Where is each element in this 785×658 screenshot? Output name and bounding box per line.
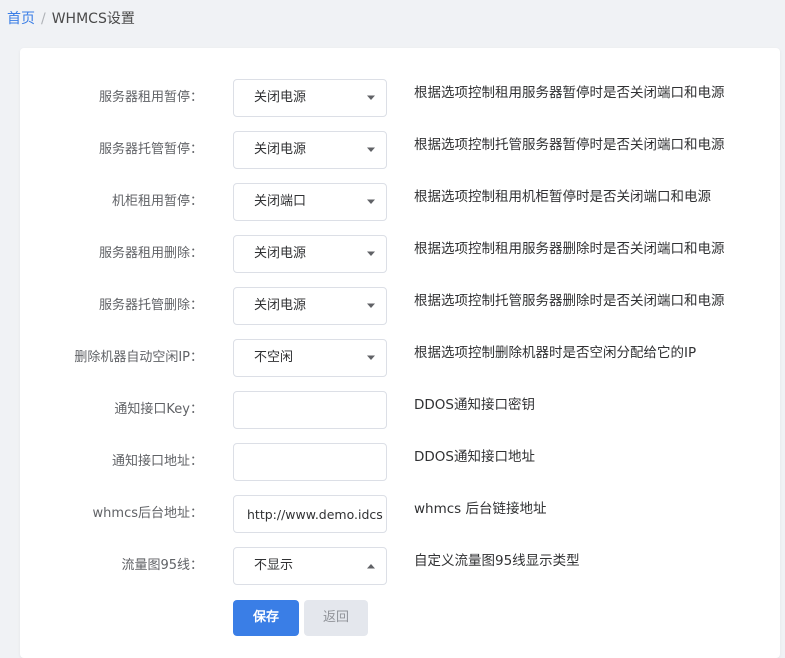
server-rent-suspend-help-text: 根据选项控制租用服务器暂停时是否关闭端口和电源 — [414, 85, 725, 101]
breadcrumb-separator: / — [41, 11, 46, 27]
server-hosting-delete-select[interactable]: 关闭电源 — [233, 287, 387, 325]
auto-free-ip-select-value: 不空闲 — [254, 350, 294, 365]
server-rent-delete-row: 服务器租用删除： 关闭电源 根据选项控制租用服务器删除时是否关闭端口和电源 — [20, 235, 780, 273]
server-rent-delete-label: 服务器租用删除： — [98, 246, 203, 261]
save-button[interactable]: 保存 — [233, 600, 299, 636]
server-hosting-suspend-help-text: 根据选项控制托管服务器暂停时是否关闭端口和电源 — [414, 137, 725, 153]
traffic-95-line-row: 流量图95线： 不显示 自定义流量图95线显示类型 — [20, 547, 780, 585]
server-hosting-delete-help-text: 根据选项控制托管服务器删除时是否关闭端口和电源 — [414, 293, 725, 309]
server-hosting-suspend-label: 服务器托管暂停： — [98, 142, 203, 157]
caret-down-icon — [367, 251, 375, 256]
whmcs-admin-url-field[interactable] — [233, 495, 387, 533]
notify-url-row: 通知接口地址： DDOS通知接口地址 — [20, 443, 780, 481]
breadcrumb-current: WHMCS设置 — [51, 11, 135, 27]
traffic-95-line-label: 流量图95线： — [121, 558, 203, 573]
caret-up-icon — [367, 564, 375, 569]
cabinet-rent-suspend-help-text: 根据选项控制租用机柜暂停时是否关闭端口和电源 — [414, 189, 711, 205]
whmcs-admin-url-label: whmcs后台地址： — [92, 506, 203, 521]
server-hosting-suspend-select-value: 关闭电源 — [254, 142, 307, 157]
notify-key-label: 通知接口Key： — [114, 402, 203, 417]
notify-key-field[interactable] — [233, 391, 387, 429]
server-rent-delete-select-value: 关闭电源 — [254, 246, 307, 261]
whmcs-admin-url-row: whmcs后台地址： whmcs 后台链接地址 — [20, 495, 780, 533]
caret-down-icon — [367, 355, 375, 360]
server-hosting-delete-label: 服务器托管删除： — [98, 298, 203, 313]
notify-key-row: 通知接口Key： DDOS通知接口密钥 — [20, 391, 780, 429]
cabinet-rent-suspend-row: 机柜租用暂停： 关闭端口 根据选项控制租用机柜暂停时是否关闭端口和电源 — [20, 183, 780, 221]
caret-down-icon — [367, 303, 375, 308]
notify-key-help-text: DDOS通知接口密钥 — [414, 397, 535, 413]
breadcrumb-home-link[interactable]: 首页 — [7, 11, 35, 27]
auto-free-ip-label: 删除机器自动空闲IP： — [74, 350, 203, 365]
server-rent-suspend-select-value: 关闭电源 — [254, 90, 307, 105]
server-hosting-suspend-row: 服务器托管暂停： 关闭电源 根据选项控制托管服务器暂停时是否关闭端口和电源 — [20, 131, 780, 169]
cabinet-rent-suspend-label: 机柜租用暂停： — [111, 194, 203, 209]
notify-url-help-text: DDOS通知接口地址 — [414, 449, 535, 465]
back-button[interactable]: 返回 — [304, 600, 368, 636]
notify-url-field[interactable] — [233, 443, 387, 481]
notify-key-input[interactable] — [234, 392, 383, 428]
notify-url-input[interactable] — [234, 444, 383, 480]
traffic-95-line-help-text: 自定义流量图95线显示类型 — [414, 553, 580, 569]
breadcrumb: 首页 / WHMCS设置 — [7, 10, 135, 28]
caret-down-icon — [367, 199, 375, 204]
cabinet-rent-suspend-select-value: 关闭端口 — [254, 194, 307, 209]
notify-url-label: 通知接口地址： — [111, 454, 203, 469]
auto-free-ip-select[interactable]: 不空闲 — [233, 339, 387, 377]
traffic-95-line-select[interactable]: 不显示 — [233, 547, 387, 585]
server-hosting-delete-row: 服务器托管删除： 关闭电源 根据选项控制托管服务器删除时是否关闭端口和电源 — [20, 287, 780, 325]
caret-down-icon — [367, 95, 375, 100]
caret-down-icon — [367, 147, 375, 152]
settings-card: 服务器租用暂停： 关闭电源 根据选项控制租用服务器暂停时是否关闭端口和电源服务器托管… — [20, 48, 780, 658]
cabinet-rent-suspend-select[interactable]: 关闭端口 — [233, 183, 387, 221]
whmcs-admin-url-help-text: whmcs 后台链接地址 — [414, 501, 547, 517]
whmcs-admin-url-input[interactable] — [234, 496, 383, 532]
auto-free-ip-row: 删除机器自动空闲IP： 不空闲 根据选项控制删除机器时是否空闲分配给它的IP — [20, 339, 780, 377]
server-hosting-delete-select-value: 关闭电源 — [254, 298, 307, 313]
server-rent-delete-help-text: 根据选项控制租用服务器删除时是否关闭端口和电源 — [414, 241, 725, 257]
server-hosting-suspend-select[interactable]: 关闭电源 — [233, 131, 387, 169]
auto-free-ip-help-text: 根据选项控制删除机器时是否空闲分配给它的IP — [414, 345, 697, 361]
server-rent-suspend-select[interactable]: 关闭电源 — [233, 79, 387, 117]
server-rent-delete-select[interactable]: 关闭电源 — [233, 235, 387, 273]
traffic-95-line-select-value: 不显示 — [254, 558, 294, 573]
server-rent-suspend-row: 服务器租用暂停： 关闭电源 根据选项控制租用服务器暂停时是否关闭端口和电源 — [20, 79, 780, 117]
server-rent-suspend-label: 服务器租用暂停： — [98, 90, 203, 105]
